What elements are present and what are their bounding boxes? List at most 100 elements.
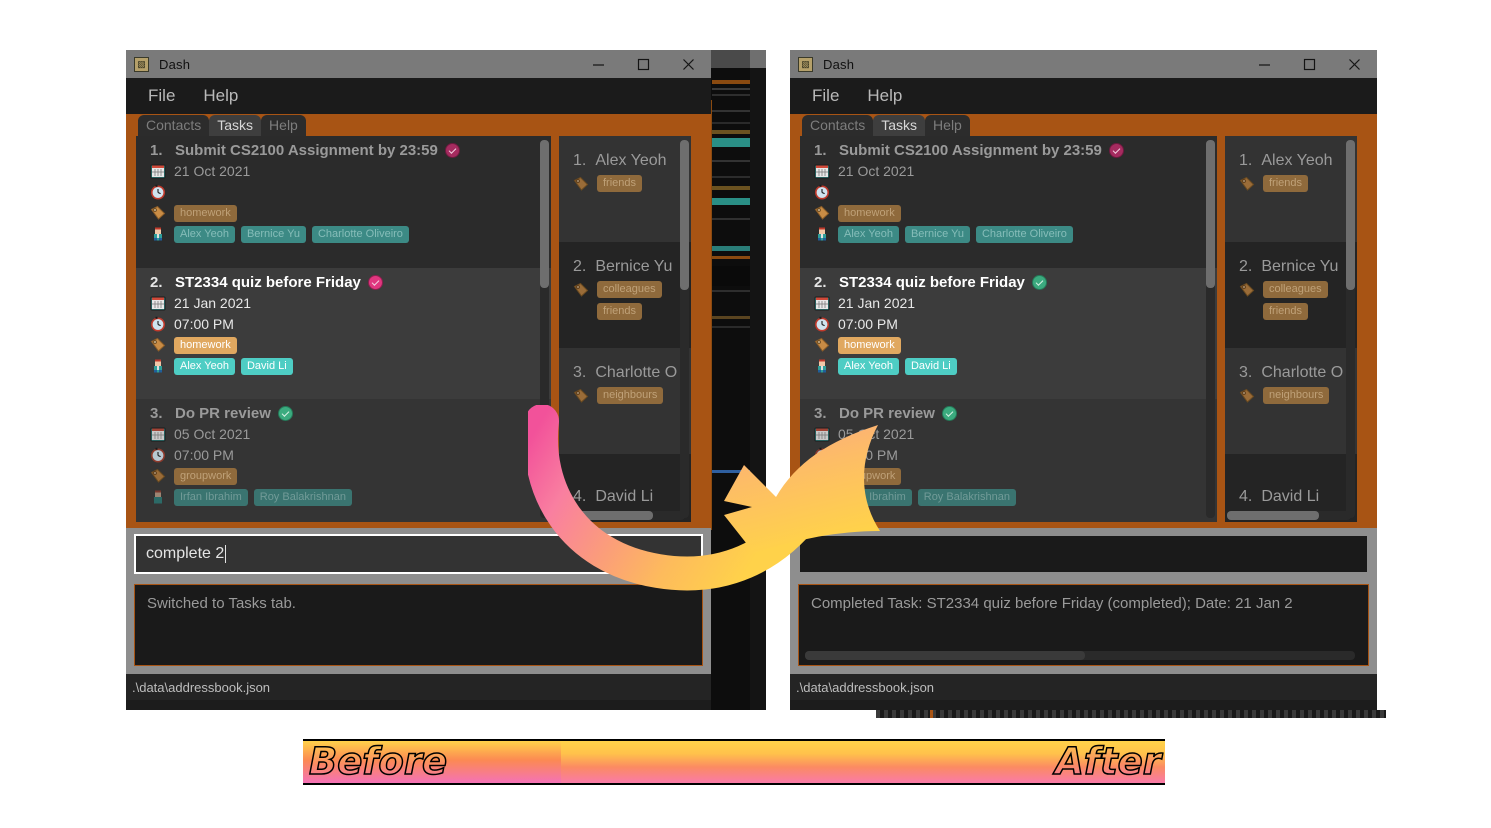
tag-badge: homework <box>174 204 237 222</box>
contact-list-scrollbar[interactable] <box>680 140 689 518</box>
tab-help[interactable]: Help <box>925 115 970 136</box>
contact-row[interactable]: 2. Bernice Yu colleagues friends <box>559 242 691 348</box>
contact-name: Charlotte O <box>1261 364 1344 381</box>
tag-icon <box>814 468 830 484</box>
contact-index: 4. <box>1239 488 1253 505</box>
task-list-scrollbar[interactable] <box>1206 140 1215 518</box>
taskbar-remnant-accent <box>930 710 933 718</box>
contact-row[interactable]: 3. Charlotte O neighbours <box>559 348 691 454</box>
window-title: Dash <box>159 56 191 72</box>
contact-name: Bernice Yu <box>1261 258 1339 275</box>
contact-list-hscroll-thumb[interactable] <box>1227 511 1319 520</box>
task-row[interactable]: 1. Submit CS2100 Assignment by 23:59 21 … <box>136 136 551 268</box>
menu-file[interactable]: File <box>812 86 839 106</box>
tag-icon <box>1239 176 1255 192</box>
task-list-scroll-thumb[interactable] <box>1206 140 1215 288</box>
contact-list-hscrollbar[interactable] <box>1227 511 1351 520</box>
contact-index: 2. <box>1239 258 1253 275</box>
contact-list-scroll-thumb[interactable] <box>1346 140 1355 290</box>
command-input[interactable]: complete 2 <box>134 534 703 574</box>
person-badge: Roy Balakrishnan <box>253 488 352 506</box>
tag-badge: colleagues <box>1263 281 1328 298</box>
result-hscroll-thumb[interactable] <box>805 651 1085 660</box>
contact-index: 3. <box>573 364 587 381</box>
tag-badge: neighbours <box>597 387 664 404</box>
after-result-area: Completed Task: ST2334 quiz before Frida… <box>790 580 1377 674</box>
close-icon[interactable] <box>666 50 711 78</box>
tag-badge: neighbours <box>1263 387 1330 404</box>
person-icon <box>150 358 166 374</box>
contact-row[interactable]: 2. Bernice Yu colleagues friends <box>1225 242 1357 348</box>
contact-name: Charlotte O <box>595 364 678 381</box>
task-list-scrollbar[interactable] <box>540 140 549 518</box>
task-tags: groupwork <box>174 467 238 485</box>
contact-list-scrollbar[interactable] <box>1346 140 1355 518</box>
contact-list-scroll-thumb[interactable] <box>680 140 689 290</box>
task-index: 3. <box>150 405 163 422</box>
contact-tags: friends <box>1239 175 1357 192</box>
contact-row[interactable]: 1. Alex Yeoh friends <box>559 136 691 242</box>
tab-tasks[interactable]: Tasks <box>209 115 262 136</box>
after-task-list[interactable]: 1. Submit CS2100 Assignment by 23:59 21 … <box>800 136 1217 522</box>
window-controls <box>1242 50 1377 78</box>
text-caret <box>225 545 227 563</box>
menu-help[interactable]: Help <box>867 86 902 106</box>
before-titlebar: ▧ Dash <box>126 50 711 78</box>
task-row-selected[interactable]: 2. ST2334 quiz before Friday 21 Jan 2021 <box>800 268 1217 399</box>
close-icon[interactable] <box>1332 50 1377 78</box>
task-row-selected[interactable]: 2. ST2334 quiz before Friday 21 Jan 2021 <box>136 268 551 399</box>
before-window: ▧ Dash File Help Contacts Tasks Help 1. … <box>126 50 711 710</box>
task-row[interactable]: 3. Do PR review 05 Oct 2021 07:00 PM gro… <box>136 399 551 522</box>
tab-help[interactable]: Help <box>261 115 306 136</box>
tab-contacts[interactable]: Contacts <box>802 115 874 136</box>
before-menubar: File Help <box>126 78 711 114</box>
contact-list-hscroll-thumb[interactable] <box>561 511 653 520</box>
before-contact-list[interactable]: 1. Alex Yeoh friends 2. Bernice Yu colle… <box>559 136 691 522</box>
task-time: 07:00 PM <box>174 316 234 332</box>
contact-tags: friends <box>573 175 691 192</box>
tab-contacts[interactable]: Contacts <box>138 115 210 136</box>
minimize-icon[interactable] <box>576 50 621 78</box>
tag-icon <box>573 176 589 192</box>
contact-name: David Li <box>1261 488 1320 505</box>
tag-icon <box>814 337 830 353</box>
tag-badge: friends <box>597 175 643 192</box>
result-display: Switched to Tasks tab. <box>134 584 703 666</box>
person-badge: Bernice Yu <box>240 225 306 243</box>
before-statusbar: .\data\addressbook.json <box>126 674 711 700</box>
contact-row[interactable]: 3. Charlotte O neighbours <box>1225 348 1357 454</box>
task-index: 3. <box>814 405 827 422</box>
before-task-list[interactable]: 1. Submit CS2100 Assignment by 23:59 21 … <box>136 136 551 522</box>
minimize-icon[interactable] <box>1242 50 1287 78</box>
task-list-scroll-thumb[interactable] <box>540 140 549 288</box>
after-titlebar: ▧ Dash <box>790 50 1377 78</box>
tag-badge: colleagues <box>597 281 662 298</box>
task-date: 05 Oct 2021 <box>174 426 251 442</box>
tag-icon <box>150 205 166 221</box>
maximize-icon[interactable] <box>621 50 666 78</box>
task-row[interactable]: 1. Submit CS2100 Assignment by 23:59 21 … <box>800 136 1217 268</box>
before-command-area: complete 2 <box>126 528 711 580</box>
status-icon-incomplete <box>444 143 460 158</box>
task-tags: homework <box>838 204 901 222</box>
tab-tasks[interactable]: Tasks <box>873 115 926 136</box>
task-name: Do PR review <box>839 405 935 422</box>
task-people: Irfan Ibrahim Roy Balakrishnan <box>838 488 1016 506</box>
contact-row[interactable]: 1. Alex Yeoh friends <box>1225 136 1357 242</box>
contact-index: 4. <box>573 488 587 505</box>
task-row[interactable]: 3. Do PR review 05 Oct 2021 07:00 PM gro… <box>800 399 1217 522</box>
compressed-window-strip <box>706 50 766 710</box>
task-date: 21 Jan 2021 <box>838 295 916 311</box>
command-input[interactable] <box>798 534 1369 574</box>
calendar-icon <box>814 295 830 311</box>
tag-icon <box>1239 388 1255 404</box>
menu-file[interactable]: File <box>148 86 175 106</box>
maximize-icon[interactable] <box>1287 50 1332 78</box>
menu-help[interactable]: Help <box>203 86 238 106</box>
result-hscrollbar[interactable] <box>805 651 1355 660</box>
contact-name: Alex Yeoh <box>1261 152 1333 169</box>
after-contact-list[interactable]: 1. Alex Yeoh friends 2. Bernice Yu colle… <box>1225 136 1357 522</box>
contact-list-hscrollbar[interactable] <box>561 511 685 520</box>
contact-tags: colleagues friends <box>573 281 691 320</box>
person-icon <box>150 226 166 242</box>
